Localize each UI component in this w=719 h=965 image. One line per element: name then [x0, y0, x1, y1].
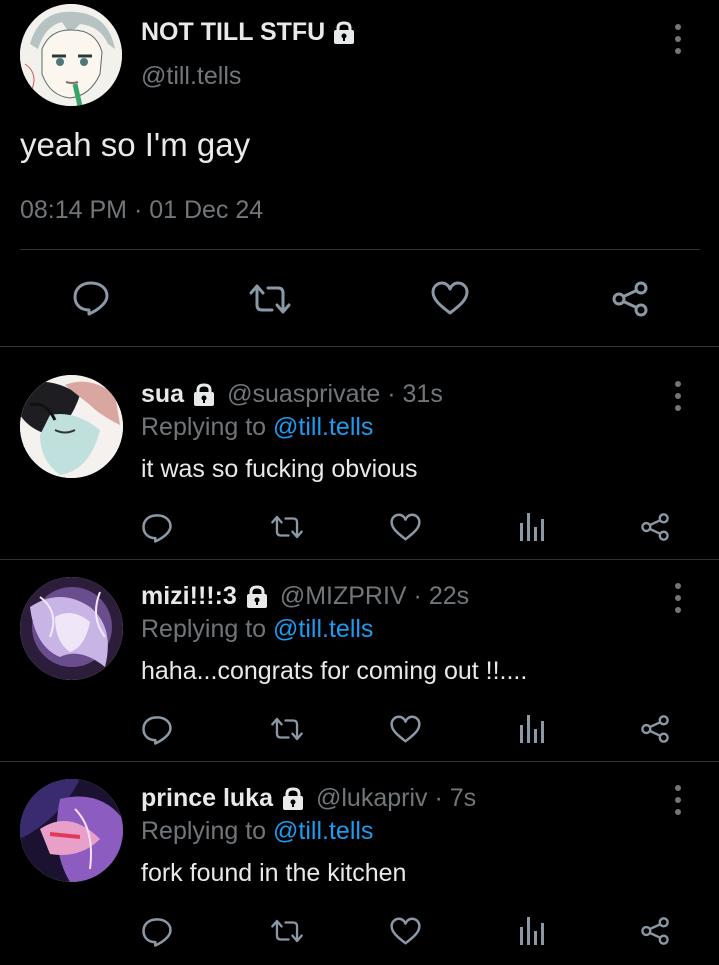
tweet-text: yeah so I'm gay — [20, 126, 251, 163]
replying-to-label: Replying to — [141, 615, 274, 643]
reply-text: haha...congrats for coming out !!.... — [141, 657, 528, 685]
avatar[interactable] — [20, 375, 123, 478]
reply-tweet: prince luka @lukapriv · 7s Replying to @… — [0, 751, 719, 953]
retweet-icon[interactable] — [270, 514, 304, 540]
reply-text: fork found in the kitchen — [141, 859, 407, 887]
reply-header: sua @suasprivate · 31s — [141, 380, 443, 409]
reply-tweet: mizi!!!:3 @MIZPRIV · 22s Replying to @ti… — [0, 549, 719, 751]
mention-link[interactable]: @till.tells — [273, 817, 373, 845]
like-icon[interactable] — [390, 513, 421, 541]
mention-link[interactable]: @till.tells — [273, 615, 373, 643]
retweet-icon[interactable] — [270, 716, 304, 742]
reply-header: mizi!!!:3 @MIZPRIV · 22s — [141, 582, 469, 611]
display-name[interactable]: prince luka — [141, 784, 273, 813]
display-name-text[interactable]: NOT TILL STFU — [141, 18, 325, 47]
retweet-icon[interactable] — [248, 283, 292, 315]
more-options-icon[interactable] — [672, 785, 684, 815]
display-name[interactable]: mizi!!!:3 — [141, 582, 237, 611]
reply-tweet: sua @suasprivate · 31s Replying to @till… — [0, 347, 719, 549]
reply-header: prince luka @lukapriv · 7s — [141, 784, 476, 813]
display-name[interactable]: NOT TILL STFU — [141, 18, 357, 47]
avatar[interactable] — [20, 577, 123, 680]
reply-text: it was so fucking obvious — [141, 455, 418, 483]
analytics-icon[interactable] — [519, 713, 545, 743]
handle-and-time[interactable]: @lukapriv · 7s — [316, 784, 476, 813]
lock-icon — [331, 20, 357, 45]
retweet-icon[interactable] — [270, 918, 304, 944]
handle-and-time[interactable]: @MIZPRIV · 22s — [280, 582, 469, 611]
display-name[interactable]: sua — [141, 380, 184, 409]
share-icon[interactable] — [611, 281, 649, 317]
like-icon[interactable] — [390, 715, 421, 743]
replying-to: Replying to @till.tells — [141, 817, 373, 846]
replying-to-label: Replying to — [141, 817, 274, 845]
avatar[interactable] — [20, 779, 123, 882]
like-icon[interactable] — [390, 917, 421, 945]
like-icon[interactable] — [431, 281, 469, 315]
main-tweet: NOT TILL STFU @till.tells yeah so I'm ga… — [0, 0, 719, 346]
reply-icon[interactable] — [141, 714, 173, 746]
more-options-icon[interactable] — [672, 583, 684, 613]
more-options-icon[interactable] — [672, 381, 684, 411]
replying-to-label: Replying to — [141, 413, 274, 441]
lock-icon — [244, 584, 270, 609]
mention-link[interactable]: @till.tells — [273, 413, 373, 441]
reply-icon[interactable] — [72, 280, 110, 316]
replying-to: Replying to @till.tells — [141, 413, 373, 442]
handle-and-time[interactable]: @suasprivate · 31s — [227, 380, 443, 409]
share-icon[interactable] — [640, 512, 670, 542]
analytics-icon[interactable] — [519, 511, 545, 541]
analytics-icon[interactable] — [519, 915, 545, 945]
reply-icon[interactable] — [141, 512, 173, 544]
share-icon[interactable] — [640, 916, 670, 946]
reply-icon[interactable] — [141, 916, 173, 948]
more-options-icon[interactable] — [672, 24, 684, 54]
lock-icon — [191, 382, 217, 407]
handle[interactable]: @till.tells — [141, 62, 241, 91]
replying-to: Replying to @till.tells — [141, 615, 373, 644]
divider — [20, 249, 700, 250]
lock-icon — [280, 786, 306, 811]
avatar[interactable] — [20, 4, 122, 106]
tweet-timestamp[interactable]: 08:14 PM · 01 Dec 24 — [20, 196, 263, 225]
share-icon[interactable] — [640, 714, 670, 744]
